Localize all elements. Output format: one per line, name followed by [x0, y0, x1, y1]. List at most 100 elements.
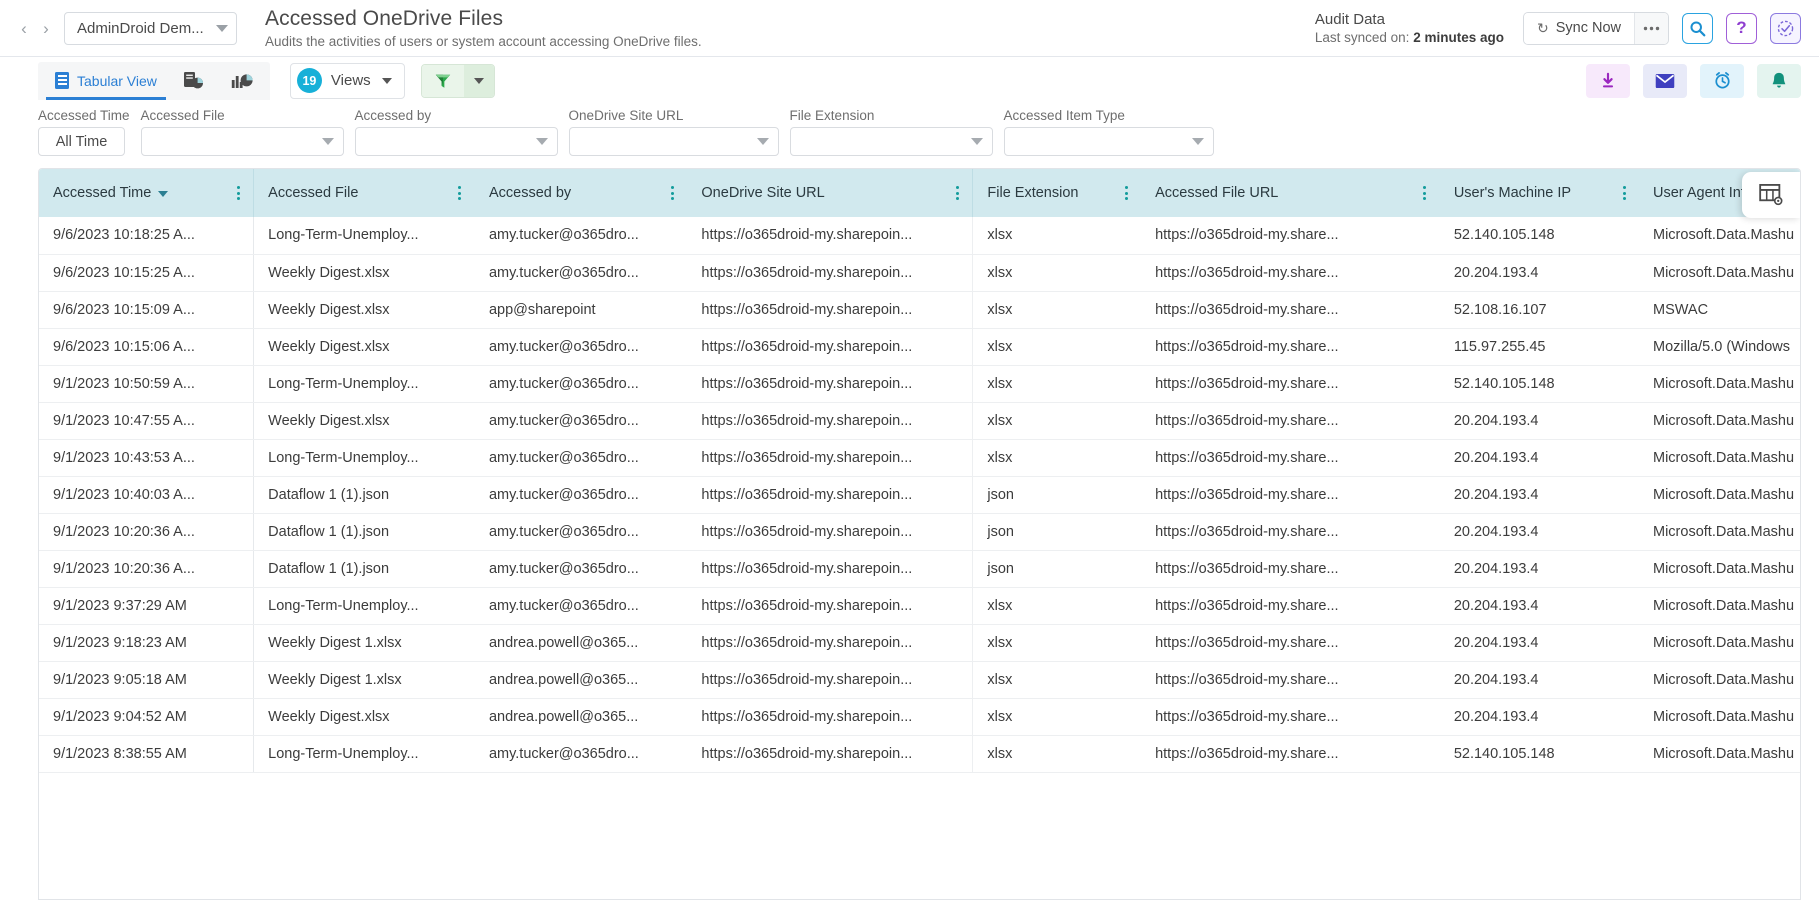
tenant-selector[interactable]: AdminDroid Dem... — [64, 12, 237, 45]
table-cell: Weekly Digest 1.xlsx — [254, 661, 475, 698]
accessed-item-type-select[interactable] — [1004, 127, 1214, 156]
page-title: Accessed OneDrive Files — [265, 7, 702, 31]
table-cell: amy.tucker@o365dro... — [475, 402, 687, 439]
chevron-down-icon — [322, 138, 334, 145]
filter-button[interactable] — [422, 65, 464, 97]
filter-dropdown-button[interactable] — [464, 65, 494, 97]
table-cell: Dataflow 1 (1).json — [254, 476, 475, 513]
chevron-down-icon — [971, 138, 983, 145]
table-cell: MSWAC — [1639, 291, 1801, 328]
page-heading-group: Accessed OneDrive Files Audits the activ… — [265, 7, 702, 49]
table-row[interactable]: 9/1/2023 9:04:52 AMWeekly Digest.xlsxand… — [39, 698, 1801, 735]
table-cell: Microsoft.Data.Mashu — [1639, 735, 1801, 772]
table-cell: amy.tucker@o365dro... — [475, 476, 687, 513]
tab-tabular-view[interactable]: Tabular View — [42, 62, 170, 100]
mail-icon — [1655, 73, 1675, 89]
accessed-file-select[interactable] — [141, 127, 344, 156]
table-cell: amy.tucker@o365dro... — [475, 328, 687, 365]
column-header-accessed-file-url[interactable]: Accessed File URL — [1141, 169, 1440, 217]
table-cell: 9/1/2023 10:20:36 A... — [39, 513, 254, 550]
column-menu-icon[interactable] — [1418, 184, 1432, 202]
file-extension-select[interactable] — [790, 127, 993, 156]
column-header-file-extension[interactable]: File Extension — [973, 169, 1141, 217]
table-cell: xlsx — [973, 698, 1141, 735]
view-toolbar: Tabular View — [0, 57, 1819, 104]
accessed-time-button[interactable]: All Time — [38, 127, 125, 156]
table-cell: 9/1/2023 9:37:29 AM — [39, 587, 254, 624]
table-cell: amy.tucker@o365dro... — [475, 735, 687, 772]
table-head: Accessed Time Accessed File Accessed by … — [39, 169, 1801, 217]
table-cell: Weekly Digest.xlsx — [254, 254, 475, 291]
task-status-button[interactable] — [1770, 13, 1801, 44]
table-row[interactable]: 9/1/2023 10:40:03 A...Dataflow 1 (1).jso… — [39, 476, 1801, 513]
header-actions: Audit Data Last synced on: 2 minutes ago… — [1315, 11, 1801, 45]
table-row[interactable]: 9/1/2023 10:43:53 A...Long-Term-Unemploy… — [39, 439, 1801, 476]
nav-back-icon[interactable]: ‹ — [14, 15, 34, 41]
table-cell: https://o365droid-my.share... — [1141, 217, 1440, 254]
table-row[interactable]: 9/1/2023 10:47:55 A...Weekly Digest.xlsx… — [39, 402, 1801, 439]
tab-chart-view[interactable] — [218, 62, 266, 100]
column-menu-icon[interactable] — [453, 184, 467, 202]
chevron-down-icon — [382, 78, 392, 84]
schedule-button[interactable] — [1700, 64, 1744, 98]
sync-now-button[interactable]: ↻ Sync Now — [1524, 13, 1634, 44]
table-settings-button[interactable] — [1742, 172, 1800, 218]
table-cell: xlsx — [973, 217, 1141, 254]
table-cell: amy.tucker@o365dro... — [475, 254, 687, 291]
table-row[interactable]: 9/1/2023 9:37:29 AMLong-Term-Unemploy...… — [39, 587, 1801, 624]
column-header-onedrive-site-url[interactable]: OneDrive Site URL — [687, 169, 972, 217]
table-cell: https://o365droid-my.sharepoin... — [687, 476, 972, 513]
help-button[interactable]: ? — [1726, 13, 1757, 44]
column-menu-icon[interactable] — [1617, 184, 1631, 202]
chevron-down-icon — [1192, 138, 1204, 145]
onedrive-site-url-select[interactable] — [569, 127, 779, 156]
column-menu-icon[interactable] — [231, 184, 245, 202]
tab-summary-view[interactable] — [170, 62, 218, 100]
audit-last-synced-label: Last synced on: — [1315, 30, 1410, 45]
chevron-down-icon — [216, 25, 228, 32]
download-button[interactable] — [1586, 64, 1630, 98]
question-mark-icon: ? — [1736, 18, 1746, 38]
views-button[interactable]: 19 Views — [290, 63, 405, 99]
table-cell: Microsoft.Data.Mashu — [1639, 439, 1801, 476]
column-header-accessed-by[interactable]: Accessed by — [475, 169, 687, 217]
table-row[interactable]: 9/1/2023 10:50:59 A...Long-Term-Unemploy… — [39, 365, 1801, 402]
table-row[interactable]: 9/6/2023 10:15:06 A...Weekly Digest.xlsx… — [39, 328, 1801, 365]
column-header-accessed-file[interactable]: Accessed File — [254, 169, 475, 217]
page-subtitle: Audits the activities of users or system… — [265, 34, 702, 49]
table-cell: xlsx — [973, 587, 1141, 624]
column-header-accessed-time[interactable]: Accessed Time — [39, 169, 254, 217]
funnel-icon — [434, 72, 452, 90]
audit-data-block: Audit Data Last synced on: 2 minutes ago — [1315, 11, 1504, 45]
filter-label: File Extension — [790, 108, 993, 123]
email-button[interactable] — [1643, 64, 1687, 98]
column-menu-icon[interactable] — [665, 184, 679, 202]
filter-label: Accessed File — [141, 108, 344, 123]
table-settings-icon — [1759, 183, 1784, 207]
table-cell: 20.204.193.4 — [1440, 476, 1639, 513]
table-cell: https://o365droid-my.sharepoin... — [687, 402, 972, 439]
table-row[interactable]: 9/1/2023 8:38:55 AMLong-Term-Unemploy...… — [39, 735, 1801, 772]
table-cell: https://o365droid-my.share... — [1141, 661, 1440, 698]
column-header-users-machine-ip[interactable]: User's Machine IP — [1440, 169, 1639, 217]
table-row[interactable]: 9/1/2023 9:18:23 AMWeekly Digest 1.xlsxa… — [39, 624, 1801, 661]
table-header-row: Accessed Time Accessed File Accessed by … — [39, 169, 1801, 217]
table-row[interactable]: 9/1/2023 10:20:36 A...Dataflow 1 (1).jso… — [39, 513, 1801, 550]
sync-more-button[interactable] — [1634, 13, 1668, 44]
table-row[interactable]: 9/6/2023 10:15:25 A...Weekly Digest.xlsx… — [39, 254, 1801, 291]
column-menu-icon[interactable] — [950, 184, 964, 202]
alert-button[interactable] — [1757, 64, 1801, 98]
table-row[interactable]: 9/6/2023 10:18:25 A...Long-Term-Unemploy… — [39, 217, 1801, 254]
search-button[interactable] — [1682, 13, 1713, 44]
table-cell: amy.tucker@o365dro... — [475, 365, 687, 402]
table-row[interactable]: 9/1/2023 9:05:18 AMWeekly Digest 1.xlsxa… — [39, 661, 1801, 698]
column-menu-icon[interactable] — [1119, 184, 1133, 202]
nav-forward-icon[interactable]: › — [36, 15, 56, 41]
accessed-by-select[interactable] — [355, 127, 558, 156]
table-cell: Long-Term-Unemploy... — [254, 217, 475, 254]
table-row[interactable]: 9/1/2023 10:20:36 A...Dataflow 1 (1).jso… — [39, 550, 1801, 587]
table-cell: https://o365droid-my.sharepoin... — [687, 254, 972, 291]
table-cell: https://o365droid-my.sharepoin... — [687, 735, 972, 772]
table-row[interactable]: 9/6/2023 10:15:09 A...Weekly Digest.xlsx… — [39, 291, 1801, 328]
table-cell: https://o365droid-my.share... — [1141, 735, 1440, 772]
